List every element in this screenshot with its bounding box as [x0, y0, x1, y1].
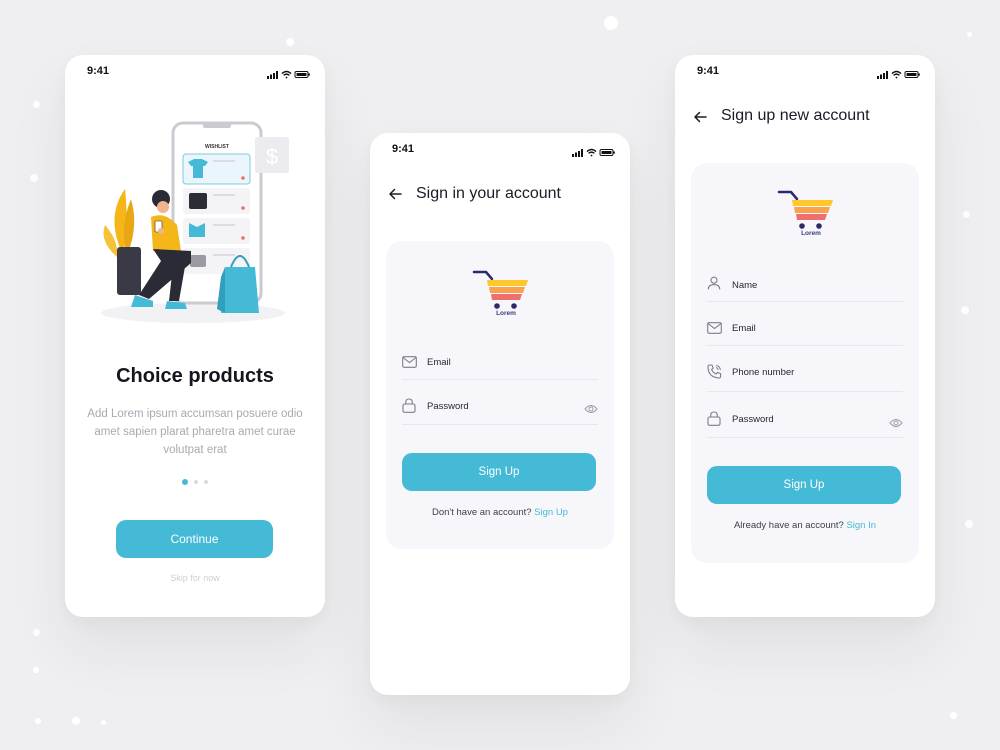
wifi-icon — [586, 148, 597, 157]
signal-icon — [877, 71, 888, 79]
battery-icon — [904, 71, 920, 78]
email-label: Email — [732, 323, 756, 334]
signin-screen: 9:41 Sign in your account Lorem Email Pa… — [370, 133, 630, 695]
shopping-illustration: WISHLIST $ — [95, 117, 295, 332]
background-dot — [101, 720, 106, 725]
status-time: 9:41 — [392, 143, 415, 155]
password-label: Password — [732, 414, 774, 425]
wifi-icon — [891, 70, 902, 79]
signal-icon — [572, 149, 583, 157]
status-bar: 9:41 — [675, 55, 935, 87]
back-arrow-icon[interactable] — [693, 110, 707, 128]
status-icons — [267, 66, 311, 84]
background-dot — [950, 712, 957, 719]
signup-screen: 9:41 Sign up new account Lorem Name Emai… — [675, 55, 935, 617]
battery-icon — [294, 71, 310, 78]
email-field[interactable]: Email — [402, 349, 598, 380]
cart-logo: Lorem — [691, 187, 919, 242]
background-dot — [286, 38, 294, 46]
sign-up-button[interactable]: Sign Up — [707, 466, 901, 504]
sign-up-button[interactable]: Sign Up — [402, 453, 596, 491]
signup-prompt-text: Don't have an account? — [432, 507, 532, 518]
password-field[interactable]: Password — [402, 393, 598, 425]
status-time: 9:41 — [697, 65, 720, 77]
background-dot — [604, 16, 618, 30]
status-icons — [572, 144, 616, 162]
phone-icon — [707, 364, 722, 384]
illustration-wishlist-label: WISHLIST — [205, 144, 229, 150]
background-dot — [965, 520, 973, 528]
name-field[interactable]: Name — [707, 273, 903, 302]
logo-text: Lorem — [801, 230, 821, 237]
back-arrow-icon[interactable] — [388, 187, 402, 205]
sign-in-link[interactable]: Sign In — [846, 520, 876, 531]
onboarding-title: Choice products — [116, 365, 274, 387]
status-icons — [877, 66, 921, 84]
skip-link[interactable]: Skip for now — [65, 573, 325, 583]
email-field[interactable]: Email — [707, 317, 903, 346]
lock-icon — [402, 398, 416, 418]
logo-text: Lorem — [496, 310, 516, 317]
status-time: 9:41 — [87, 65, 110, 77]
background-dot — [33, 101, 40, 108]
sign-up-link[interactable]: Sign Up — [534, 507, 568, 518]
password-label: Password — [427, 401, 469, 412]
page-dot[interactable] — [194, 480, 198, 484]
background-dot — [961, 306, 969, 314]
signin-prompt-text: Already have an account? — [733, 520, 844, 531]
background-dot — [35, 718, 41, 724]
background-dot — [963, 211, 970, 218]
background-dot — [967, 32, 972, 37]
signup-prompt: Don't have an account? Sign Up — [386, 507, 614, 518]
signup-card: Lorem Name Email Phone number Password S… — [691, 163, 919, 563]
background-dot — [30, 174, 38, 182]
signin-prompt: Already have an account? Sign In — [691, 520, 919, 531]
background-dot — [33, 629, 40, 636]
signal-icon — [267, 71, 278, 79]
page-dot-active[interactable] — [182, 479, 188, 485]
page-title: Sign up new account — [721, 107, 870, 124]
background-dot — [33, 667, 39, 673]
continue-button[interactable]: Continue — [116, 520, 273, 558]
password-field[interactable]: Password — [707, 407, 903, 438]
mail-icon — [707, 321, 722, 339]
phone-label: Phone number — [732, 367, 795, 378]
svg-text:$: $ — [266, 144, 278, 169]
status-bar: 9:41 — [370, 133, 630, 165]
email-label: Email — [427, 357, 451, 368]
onboarding-description: Add Lorem ipsum accumsan posuere odio am… — [87, 408, 303, 456]
eye-icon[interactable] — [584, 401, 598, 419]
lock-icon — [707, 411, 721, 431]
page-title: Sign in your account — [416, 185, 561, 202]
wifi-icon — [281, 70, 292, 79]
user-icon — [707, 276, 721, 295]
status-bar: 9:41 — [65, 55, 325, 87]
eye-icon[interactable] — [889, 415, 903, 433]
mail-icon — [402, 355, 417, 373]
name-label: Name — [732, 280, 758, 291]
cart-logo: Lorem — [386, 267, 614, 322]
page-dot[interactable] — [204, 480, 208, 484]
signin-card: Lorem Email Password Sign Up Don't have … — [386, 241, 614, 549]
onboarding-screen: 9:41 WISHLIST $ Choice products Add Lore… — [65, 55, 325, 617]
battery-icon — [599, 149, 615, 156]
background-dot — [72, 717, 80, 725]
page-indicator — [65, 479, 325, 485]
phone-field[interactable]: Phone number — [707, 359, 903, 392]
